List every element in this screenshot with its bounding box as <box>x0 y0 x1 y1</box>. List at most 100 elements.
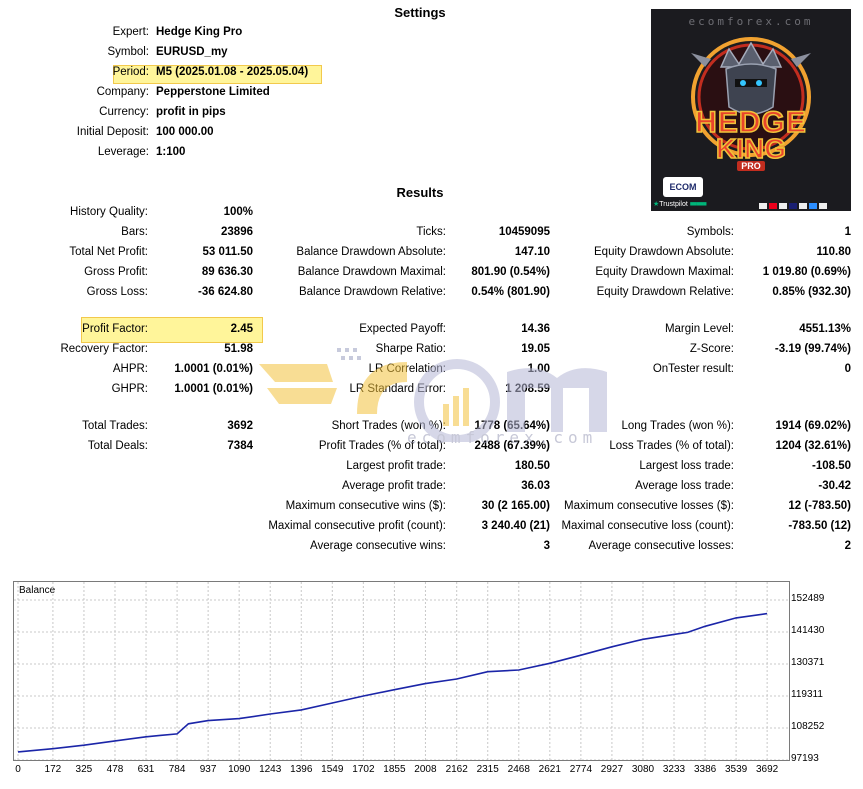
balance-plot <box>14 582 789 760</box>
settings-value: profit in pips <box>156 106 226 118</box>
settings-label: Company: <box>96 86 149 98</box>
col2-value: 14.36 <box>521 323 550 335</box>
col2-label: Largest profit trade: <box>346 460 446 472</box>
col1-value: 1.0001 (0.01%) <box>174 363 253 375</box>
col2-label: Balance Drawdown Maximal: <box>297 266 446 278</box>
col3-value: 12 (-783.50) <box>788 500 851 512</box>
settings-label: Leverage: <box>97 146 149 158</box>
settings-label: Currency: <box>99 106 149 118</box>
col3-value: 1 <box>844 226 851 238</box>
col3-value: -30.42 <box>818 480 851 492</box>
col3-label: Z-Score: <box>689 343 734 355</box>
settings-label: Period: <box>112 66 149 78</box>
logo-badge: ECOM <box>663 177 703 197</box>
logo-badge-text: ECOM <box>669 182 697 192</box>
col1-value: 53 011.50 <box>202 246 253 258</box>
settings-value: Pepperstone Limited <box>156 86 270 98</box>
logo-brand-line3: PRO <box>737 161 765 171</box>
col1-value: 23896 <box>221 226 253 238</box>
col3-label: Equity Drawdown Maximal: <box>595 266 734 278</box>
col1-label: Total Deals: <box>87 440 148 452</box>
col2-label: Expected Payoff: <box>359 323 446 335</box>
col3-value: 1914 (69.02%) <box>775 420 851 432</box>
col1-value: 3692 <box>227 420 253 432</box>
col2-value: 30 (2 165.00) <box>481 500 550 512</box>
col3-label: Average loss trade: <box>635 480 734 492</box>
col3-value: 4551.13% <box>799 323 851 335</box>
col2-value: 10459095 <box>498 226 550 238</box>
col2-label: Average consecutive wins: <box>310 540 446 552</box>
col1-label: Bars: <box>121 226 148 238</box>
col1-label: History Quality: <box>70 206 148 218</box>
settings-label: Initial Deposit: <box>76 126 149 138</box>
col1-value: 89 636.30 <box>201 266 253 278</box>
results-heading: Results <box>396 185 444 200</box>
col2-value: 36.03 <box>521 480 550 492</box>
col3-value: -783.50 (12) <box>788 520 851 532</box>
col3-value: -3.19 (99.74%) <box>774 343 851 355</box>
y-tick-label: 152489 <box>791 593 825 604</box>
hedge-king-logo: ecomforex.com HEDGE KING PRO ECOM ★Trust… <box>651 9 851 211</box>
col3-label: Loss Trades (% of total): <box>609 440 734 452</box>
settings-heading: Settings <box>394 5 446 20</box>
col2-value: 147.10 <box>514 246 550 258</box>
col1-label: AHPR: <box>112 363 148 375</box>
col1-label: Total Trades: <box>82 420 148 432</box>
col3-label: OnTester result: <box>652 363 734 375</box>
col3-label: Symbols: <box>686 226 734 238</box>
y-tick-label: 97193 <box>791 753 819 764</box>
y-tick-label: 141430 <box>791 625 825 636</box>
col1-value: 51.98 <box>224 343 253 355</box>
col1-label: Gross Loss: <box>86 286 148 298</box>
col3-label: Maximal consecutive loss (count): <box>561 520 734 532</box>
settings-label: Symbol: <box>107 46 149 58</box>
payment-icons <box>759 200 827 211</box>
col1-value: 100% <box>223 206 253 218</box>
balance-line <box>17 612 768 753</box>
col2-label: Ticks: <box>416 226 446 238</box>
col1-label: Recovery Factor: <box>60 343 148 355</box>
settings-value: Hedge King Pro <box>156 26 243 38</box>
col3-label: Equity Drawdown Relative: <box>596 286 734 298</box>
col2-label: Maximal consecutive profit (count): <box>268 520 446 532</box>
col3-label: Average consecutive losses: <box>588 540 734 552</box>
col3-label: Margin Level: <box>664 323 734 335</box>
col2-label: Maximum consecutive wins ($): <box>285 500 446 512</box>
col3-value: 0 <box>844 363 851 375</box>
settings-value: M5 (2025.01.08 - 2025.05.04) <box>156 66 309 78</box>
col2-label: Balance Drawdown Absolute: <box>296 246 446 258</box>
balance-chart: Balance <box>13 581 790 761</box>
y-tick-label: 119311 <box>791 689 823 700</box>
col2-value: 3 <box>543 540 550 552</box>
col2-value: 180.50 <box>514 460 550 472</box>
watermark-site-text: ecomforex.com <box>407 428 598 447</box>
col3-value: 1 019.80 (0.69%) <box>762 266 851 278</box>
col1-value: 7384 <box>227 440 253 452</box>
col3-label: Maximum consecutive losses ($): <box>564 500 734 512</box>
col3-value: 1204 (32.61%) <box>775 440 851 452</box>
col1-value: 1.0001 (0.01%) <box>174 383 253 395</box>
settings-label: Expert: <box>112 26 149 38</box>
col1-label: Gross Profit: <box>84 266 148 278</box>
settings-value: 100 000.00 <box>156 126 214 138</box>
col1-value: -36 624.80 <box>198 286 253 298</box>
col1-label: Total Net Profit: <box>69 246 148 258</box>
settings-value: 1:100 <box>156 146 186 158</box>
col3-label: Largest loss trade: <box>639 460 734 472</box>
col3-label: Long Trades (won %): <box>621 420 734 432</box>
col3-value: -108.50 <box>811 460 851 472</box>
trustpilot-label: ★Trustpilot ■■■■■ <box>653 201 707 208</box>
col2-value: 0.54% (801.90) <box>471 286 550 298</box>
y-tick-label: 108252 <box>791 721 825 732</box>
ecom-cart-icon <box>259 348 607 442</box>
settings-value: EURUSD_my <box>156 46 228 58</box>
ecom-watermark: ecomforex.com <box>257 342 617 447</box>
col3-label: Equity Drawdown Absolute: <box>594 246 734 258</box>
col2-label: Average profit trade: <box>342 480 446 492</box>
col1-label: GHPR: <box>111 383 148 395</box>
col1-label: Profit Factor: <box>82 323 148 335</box>
col3-value: 0.85% (932.30) <box>772 286 851 298</box>
x-tick-label: 3692 <box>755 764 779 775</box>
col3-value: 2 <box>844 540 851 552</box>
col2-value: 3 240.40 (21) <box>481 520 550 532</box>
